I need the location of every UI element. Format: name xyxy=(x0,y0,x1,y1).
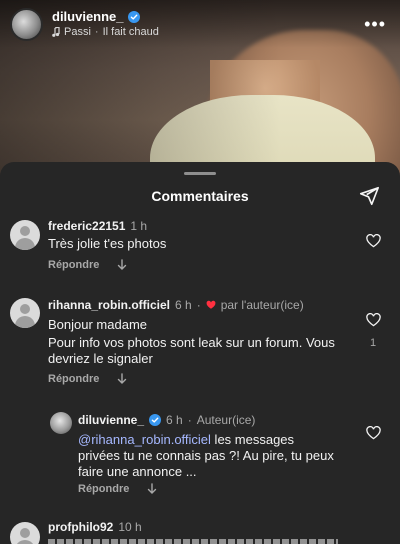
like-heart-icon[interactable] xyxy=(366,313,381,327)
comment-text-line1: @rihanna_robin.officiel les messages xyxy=(78,431,294,448)
comment-actions: Répondre xyxy=(78,483,157,495)
mention-link[interactable]: @rihanna_robin.officiel xyxy=(78,432,211,447)
reply-author-avatar[interactable] xyxy=(50,412,72,434)
post-music[interactable]: Passi · Il fait chaud xyxy=(52,26,159,39)
comment-text-line1: Bonjour madame xyxy=(48,317,147,332)
comment-text: Très jolie t'es photos xyxy=(48,236,167,251)
author-liked-label: par l'auteur(ice) xyxy=(220,298,304,312)
comment-text-line2: Pour info vos photos sont leak sur un fo… xyxy=(48,335,335,350)
music-note-icon xyxy=(52,27,60,38)
music-separator: · xyxy=(94,25,99,38)
like-count: 1 xyxy=(370,337,377,349)
translate-arrow-icon[interactable] xyxy=(117,259,127,271)
comment-header: diluvienne_ 6 h · Auteur(ice) xyxy=(78,413,255,427)
comment-text-line2: privées tu ne connais pas ?! Au pire, tu… xyxy=(78,448,334,463)
comment-dot: · xyxy=(187,413,192,427)
comment-text-line3: devriez le signaler xyxy=(48,351,153,366)
author-liked-heart-icon xyxy=(206,300,216,309)
translate-arrow-icon[interactable] xyxy=(147,483,157,495)
post-header: diluvienne_ Passi · Il fait chaud ••• xyxy=(0,0,400,48)
comment-text-cutoff xyxy=(48,539,338,544)
reply-button[interactable]: Répondre xyxy=(78,483,129,495)
commenter-avatar[interactable] xyxy=(10,220,40,250)
author-tag: Auteur(ice) xyxy=(196,413,256,427)
verified-icon xyxy=(149,414,162,426)
post-header-text: diluvienne_ Passi · Il fait chaud xyxy=(52,9,159,39)
comment-header: rihanna_robin.officiel 6 h · par l'auteu… xyxy=(48,298,304,312)
comment-time: 10 h xyxy=(118,520,142,534)
translate-arrow-icon[interactable] xyxy=(117,373,127,385)
comment-header: frederic22151 1 h xyxy=(48,219,147,233)
comment-dot: · xyxy=(196,298,201,312)
post-username[interactable]: diluvienne_ xyxy=(52,9,124,25)
comment-actions: Répondre xyxy=(48,373,127,385)
sheet-title: Commentaires xyxy=(151,188,249,204)
comment-username[interactable]: rihanna_robin.officiel xyxy=(48,298,170,312)
commenter-avatar[interactable] xyxy=(10,298,40,328)
comment-username[interactable]: profphilo92 xyxy=(48,520,113,534)
share-icon[interactable] xyxy=(358,185,380,207)
more-options-button[interactable]: ••• xyxy=(360,10,390,39)
comment-actions: Répondre xyxy=(48,259,127,271)
commenter-avatar[interactable] xyxy=(10,522,40,544)
reply-button[interactable]: Répondre xyxy=(48,373,99,385)
sheet-grab-handle[interactable] xyxy=(184,172,216,175)
music-title: Il fait chaud xyxy=(102,25,159,38)
comment-username[interactable]: diluvienne_ xyxy=(78,413,144,427)
post-username-row[interactable]: diluvienne_ xyxy=(52,9,159,25)
like-heart-icon[interactable] xyxy=(366,426,381,440)
comment-username[interactable]: frederic22151 xyxy=(48,219,125,233)
comment-time: 1 h xyxy=(130,219,148,233)
verified-icon xyxy=(127,10,140,23)
comments-sheet: Commentaires frederic22151 1 h Très joli… xyxy=(0,162,400,544)
comment-time: 6 h xyxy=(166,413,183,427)
comment-header: profphilo92 10 h xyxy=(48,520,142,534)
comment-text-line3: faire une annonce ... xyxy=(78,464,197,479)
author-avatar[interactable] xyxy=(10,7,43,41)
reply-button[interactable]: Répondre xyxy=(48,259,99,271)
music-artist: Passi xyxy=(64,25,91,38)
comment-text-rest: les messages xyxy=(210,432,295,447)
like-heart-icon[interactable] xyxy=(366,234,381,248)
comment-time: 6 h xyxy=(175,298,192,312)
